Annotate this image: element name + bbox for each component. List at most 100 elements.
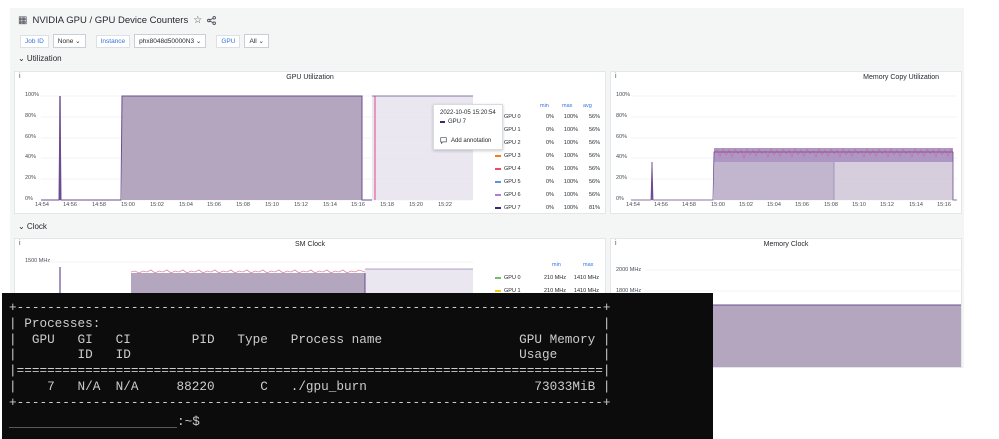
x-tick: 15:10 [852, 202, 866, 208]
legend-item[interactable]: GPU 1 0% 100% 56% [495, 126, 605, 134]
legend-name: GPU 4 [504, 166, 521, 172]
table-header-row: | GPU GI CI PID Type Process name GPU Me… [9, 331, 611, 347]
legend-min: 210 MHz [543, 275, 566, 281]
gpu-select[interactable]: All ⌄ [244, 34, 269, 48]
row-clock[interactable]: ⌄ Clock [18, 222, 47, 231]
tooltip-time: 2022-10-05 15:20:54 [440, 110, 496, 116]
legend-min: 0% [546, 153, 554, 159]
legend-header-max: max [583, 262, 594, 268]
legend-min: 0% [546, 140, 554, 146]
legend-item[interactable]: GPU 0 0% 100% 56% [495, 113, 605, 121]
legend-avg: 56% [588, 127, 600, 133]
legend-avg: 56% [588, 166, 600, 172]
x-tick: 15:22 [438, 202, 452, 208]
tooltip-series: GPU 7 [440, 119, 466, 125]
memory-copy-plot[interactable] [611, 72, 962, 214]
gpu-util-legend: min max avg GPU 0 0% 100% 56% GPU 1 0% 1… [495, 103, 605, 213]
x-tick: 15:06 [207, 202, 221, 208]
terminal-window[interactable]: +---------------------------------------… [2, 293, 713, 439]
x-tick: 14:58 [92, 202, 106, 208]
legend-name: GPU 0 [504, 114, 521, 120]
legend-max: 100% [563, 166, 578, 172]
memory-copy-fill [714, 162, 834, 200]
legend-swatch [495, 290, 501, 292]
x-tick: 15:02 [150, 202, 164, 208]
gpu-util-fill [122, 96, 362, 200]
legend-name: GPU 1 [504, 127, 521, 133]
variable-label-job-id: Job ID [20, 34, 49, 48]
x-tick: 14:58 [682, 202, 696, 208]
x-tick: 15:00 [711, 202, 725, 208]
table-separator: |=======================================… [9, 363, 611, 379]
legend-max: 100% [563, 140, 578, 146]
legend-swatch [495, 207, 501, 209]
add-annotation-button[interactable]: Add annotation [440, 137, 491, 144]
x-tick: 15:14 [323, 202, 337, 208]
x-tick: 14:54 [35, 202, 49, 208]
legend-max: 100% [563, 192, 578, 198]
redacted-hostname [9, 415, 177, 429]
x-tick: 15:16 [937, 202, 951, 208]
legend-name: GPU 6 [504, 192, 521, 198]
legend-avg: 56% [588, 140, 600, 146]
grid-icon[interactable]: ▦ [18, 15, 27, 26]
legend-item[interactable]: GPU 3 0% 100% 56% [495, 152, 605, 160]
legend-name: GPU 7 [504, 205, 521, 211]
x-tick: 14:56 [654, 202, 668, 208]
x-tick: 15:00 [121, 202, 135, 208]
legend-item[interactable]: GPU 6 0% 100% 56% [495, 191, 605, 199]
share-icon[interactable] [207, 15, 217, 25]
job-id-select[interactable]: None ⌄ [52, 34, 86, 48]
x-tick: 14:54 [626, 202, 640, 208]
nvidia-smi-processes-table: +---------------------------------------… [9, 300, 611, 411]
legend-min: 0% [546, 192, 554, 198]
legend-item[interactable]: GPU 2 0% 100% 56% [495, 139, 605, 147]
legend-item[interactable]: GPU 4 0% 100% 56% [495, 165, 605, 173]
tooltip-swatch [440, 121, 445, 123]
shell-prompt[interactable]: :~$ [9, 414, 200, 430]
memory-copy-fill-right [834, 162, 953, 200]
legend-avg: 56% [588, 153, 600, 159]
legend-item[interactable]: GPU 5 0% 100% 56% [495, 178, 605, 186]
legend-header-min: min [540, 103, 549, 109]
row-utilization[interactable]: ⌄ Utilization [18, 54, 62, 63]
x-tick: 15:12 [880, 202, 894, 208]
x-tick: 15:12 [294, 202, 308, 208]
memory-copy-utilization-panel[interactable]: i Memory Copy Utilization 100% 80% 60% 4… [610, 71, 962, 214]
legend-min: 0% [546, 205, 554, 211]
legend-swatch [495, 277, 501, 279]
legend-name: GPU 2 [504, 140, 521, 146]
add-annotation-label: Add annotation [451, 137, 492, 144]
legend-max: 100% [563, 114, 578, 120]
x-tick: 15:04 [767, 202, 781, 208]
table-border-bottom: +---------------------------------------… [9, 394, 611, 410]
star-icon[interactable]: ☆ [193, 15, 202, 26]
legend-avg: 81% [588, 205, 600, 211]
legend-max: 100% [563, 153, 578, 159]
legend-item[interactable]: GPU 0 210 MHz 1410 MHz [495, 274, 605, 282]
legend-swatch [495, 155, 501, 157]
x-tick: 15:02 [739, 202, 753, 208]
legend-item[interactable]: GPU 7 0% 100% 81% [495, 204, 605, 212]
x-tick: 15:10 [265, 202, 279, 208]
variables-bar: Job ID None ⌄ Instance phx8048d50000N3 ⌄… [20, 34, 275, 48]
variable-label-gpu: GPU [216, 34, 241, 48]
legend-name: GPU 5 [504, 179, 521, 185]
legend-min: 0% [546, 127, 554, 133]
legend-avg: 56% [588, 179, 600, 185]
hover-tooltip: 2022-10-05 15:20:54 GPU 7 Add annotation [433, 104, 503, 150]
legend-max: 100% [563, 179, 578, 185]
table-header-row-2: | ID ID Usage | [9, 347, 611, 363]
x-tick: 15:06 [795, 202, 809, 208]
table-row: | 7 N/A N/A 88220 C ./gpu_burn 73033MiB … [9, 378, 611, 394]
x-tick: 15:16 [351, 202, 365, 208]
legend-max: 100% [563, 205, 578, 211]
dashboard-title[interactable]: NVIDIA GPU / GPU Device Counters [32, 15, 188, 26]
legend-header-max: max [562, 103, 573, 109]
legend-swatch [495, 194, 501, 196]
legend-max: 1410 MHz [573, 275, 599, 281]
variable-label-instance: Instance [95, 34, 131, 48]
instance-select[interactable]: phx8048d50000N3 ⌄ [134, 34, 207, 48]
gpu-utilization-panel[interactable]: i GPU Utilization 100% 80% 60% 40% 20% 0… [14, 71, 606, 214]
x-tick: 15:18 [380, 202, 394, 208]
